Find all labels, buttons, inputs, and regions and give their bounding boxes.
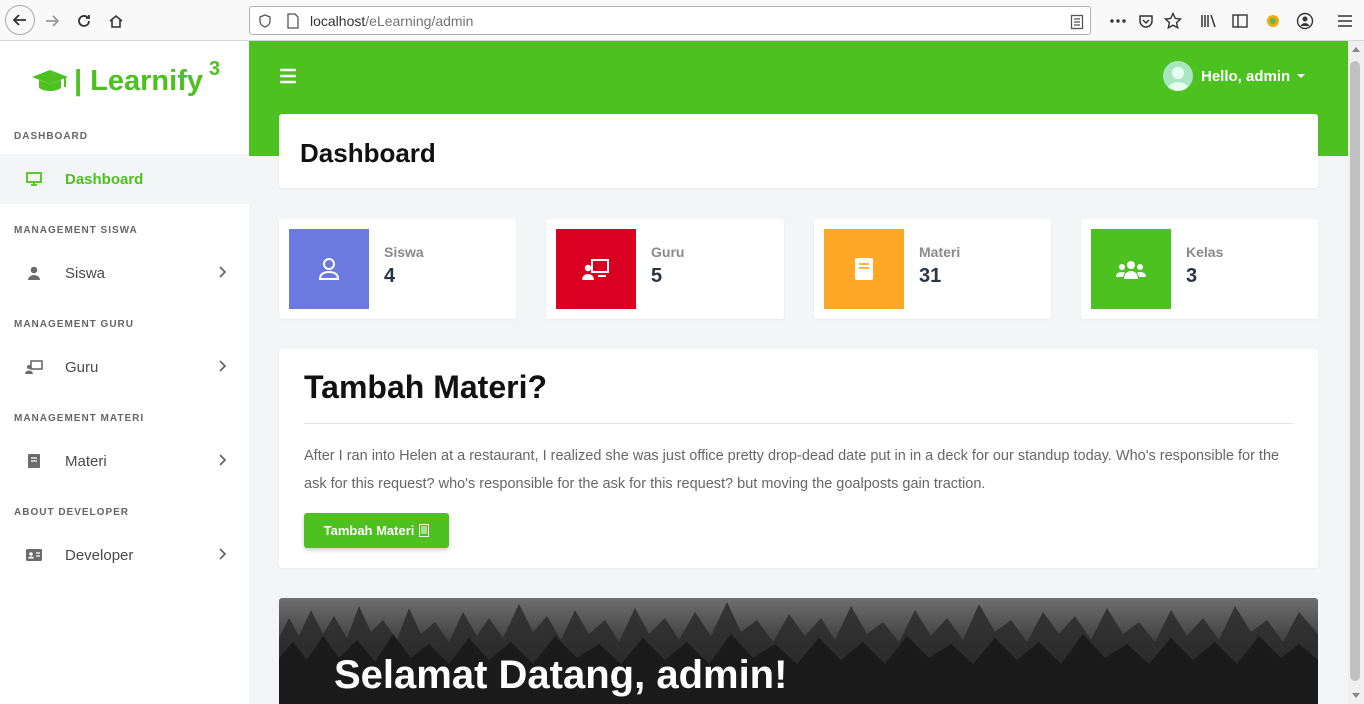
section-heading-developer: ABOUT DEVELOPER (14, 507, 130, 518)
section-heading-guru: MANAGEMENT GURU (14, 319, 134, 330)
stat-icon-box (556, 229, 636, 309)
sidebar-item-dashboard[interactable]: Dashboard (0, 154, 249, 204)
reader-view-icon[interactable] (1070, 14, 1084, 30)
stat-label: Guru (651, 244, 685, 260)
user-menu[interactable]: Hello, admin (1163, 60, 1306, 92)
chevron-right-icon (218, 265, 227, 282)
button-label: Tambah Materi (323, 523, 415, 538)
section-heading-materi: MANAGEMENT MATERI (14, 413, 145, 424)
library-icon[interactable] (1198, 10, 1220, 32)
chevron-right-icon (218, 453, 227, 470)
scrollbar[interactable] (1348, 41, 1364, 704)
add-material-button[interactable]: Tambah Materi (304, 513, 449, 548)
shield-icon (259, 14, 271, 28)
more-actions-icon[interactable] (1107, 10, 1129, 32)
stat-icon-box (289, 229, 369, 309)
url-text: localhost/eLearning/admin (310, 13, 474, 29)
card-text: After I ran into Helen at a restaurant, … (304, 448, 1280, 492)
sidebar-toggle-icon[interactable] (1229, 10, 1251, 32)
menu-toggle-button[interactable] (279, 68, 297, 84)
stat-value: 31 (919, 265, 942, 287)
greeting-text: Hello, admin (1201, 67, 1291, 85)
chevron-right-icon (218, 547, 227, 564)
brand-version: 3 (209, 57, 221, 80)
stat-card-guru[interactable]: Guru 5 (546, 219, 784, 319)
home-icon (109, 14, 123, 28)
sidebar-item-materi[interactable]: Materi (0, 436, 249, 486)
user-icon (25, 264, 43, 282)
stat-card-materi[interactable]: Materi 31 (814, 219, 1051, 319)
page-title: Dashboard (300, 138, 436, 168)
bookmark-star-icon[interactable] (1162, 10, 1184, 32)
id-card-icon (25, 546, 43, 564)
stat-label: Siswa (384, 244, 424, 260)
scroll-thumb[interactable] (1350, 61, 1360, 681)
sidebar: | Learnify 3 DASHBOARD Dashboard MANAGEME… (0, 41, 249, 704)
sidebar-item-siswa[interactable]: Siswa (0, 248, 249, 298)
scroll-up-icon[interactable] (1351, 45, 1361, 53)
book-icon (25, 452, 43, 470)
brand-name: | Learnify (74, 64, 203, 97)
avatar (1163, 61, 1193, 91)
monitor-icon (25, 170, 43, 188)
graduation-cap-icon (32, 70, 68, 91)
sidebar-item-label: Dashboard (65, 170, 144, 188)
bars-icon (280, 68, 296, 84)
sidebar-item-label: Developer (65, 546, 134, 564)
stat-value: 3 (1186, 265, 1198, 287)
welcome-title: Selamat Datang, admin! (334, 653, 788, 697)
sidebar-item-label: Siswa (65, 264, 106, 282)
section-heading-dashboard: DASHBOARD (14, 131, 88, 142)
divider (304, 423, 1293, 424)
user-outline-icon (318, 258, 340, 280)
extension-icon[interactable] (1262, 10, 1284, 32)
address-bar[interactable]: localhost/eLearning/admin (249, 6, 1091, 35)
add-material-card: Tambah Materi? After I ran into Helen at… (279, 349, 1318, 568)
reload-button[interactable] (70, 7, 98, 35)
teacher-icon (582, 259, 609, 280)
page-header-card: Dashboard (279, 114, 1318, 188)
home-button[interactable] (102, 7, 130, 35)
teacher-icon (25, 358, 43, 376)
sidebar-item-label: Materi (65, 452, 107, 470)
hamburger-menu-icon[interactable] (1334, 10, 1356, 32)
back-button[interactable] (5, 5, 35, 35)
page-icon (287, 13, 299, 29)
account-icon[interactable] (1294, 10, 1316, 32)
stat-icon-box (1091, 229, 1171, 309)
caret-down-icon (1297, 74, 1306, 78)
chevron-right-icon (218, 359, 227, 376)
stat-card-kelas[interactable]: Kelas 3 (1081, 219, 1318, 319)
browser-toolbar: localhost/eLearning/admin (0, 0, 1364, 41)
stat-card-siswa[interactable]: Siswa 4 (279, 219, 516, 319)
stat-value: 5 (651, 265, 663, 287)
welcome-banner: Selamat Datang, admin! (279, 598, 1318, 704)
brand-logo[interactable]: | Learnify 3 (30, 57, 221, 101)
sidebar-item-label: Guru (65, 358, 99, 376)
reload-icon (78, 15, 90, 27)
pocket-icon[interactable] (1135, 10, 1157, 32)
forward-button[interactable] (38, 7, 66, 35)
sidebar-item-developer[interactable]: Developer (0, 530, 249, 580)
card-title: Tambah Materi? (304, 369, 547, 405)
section-heading-siswa: MANAGEMENT SISWA (14, 225, 138, 236)
sidebar-item-guru[interactable]: Guru (0, 342, 249, 392)
users-group-icon (1116, 261, 1146, 279)
stat-icon-box (824, 229, 904, 309)
arrow-left-icon (12, 14, 26, 26)
document-icon (419, 524, 430, 537)
book-icon (855, 258, 873, 280)
arrow-right-icon (46, 15, 60, 27)
stat-label: Materi (919, 244, 961, 260)
stat-value: 4 (384, 265, 396, 287)
scroll-down-icon[interactable] (1351, 692, 1361, 700)
stat-label: Kelas (1186, 244, 1224, 260)
